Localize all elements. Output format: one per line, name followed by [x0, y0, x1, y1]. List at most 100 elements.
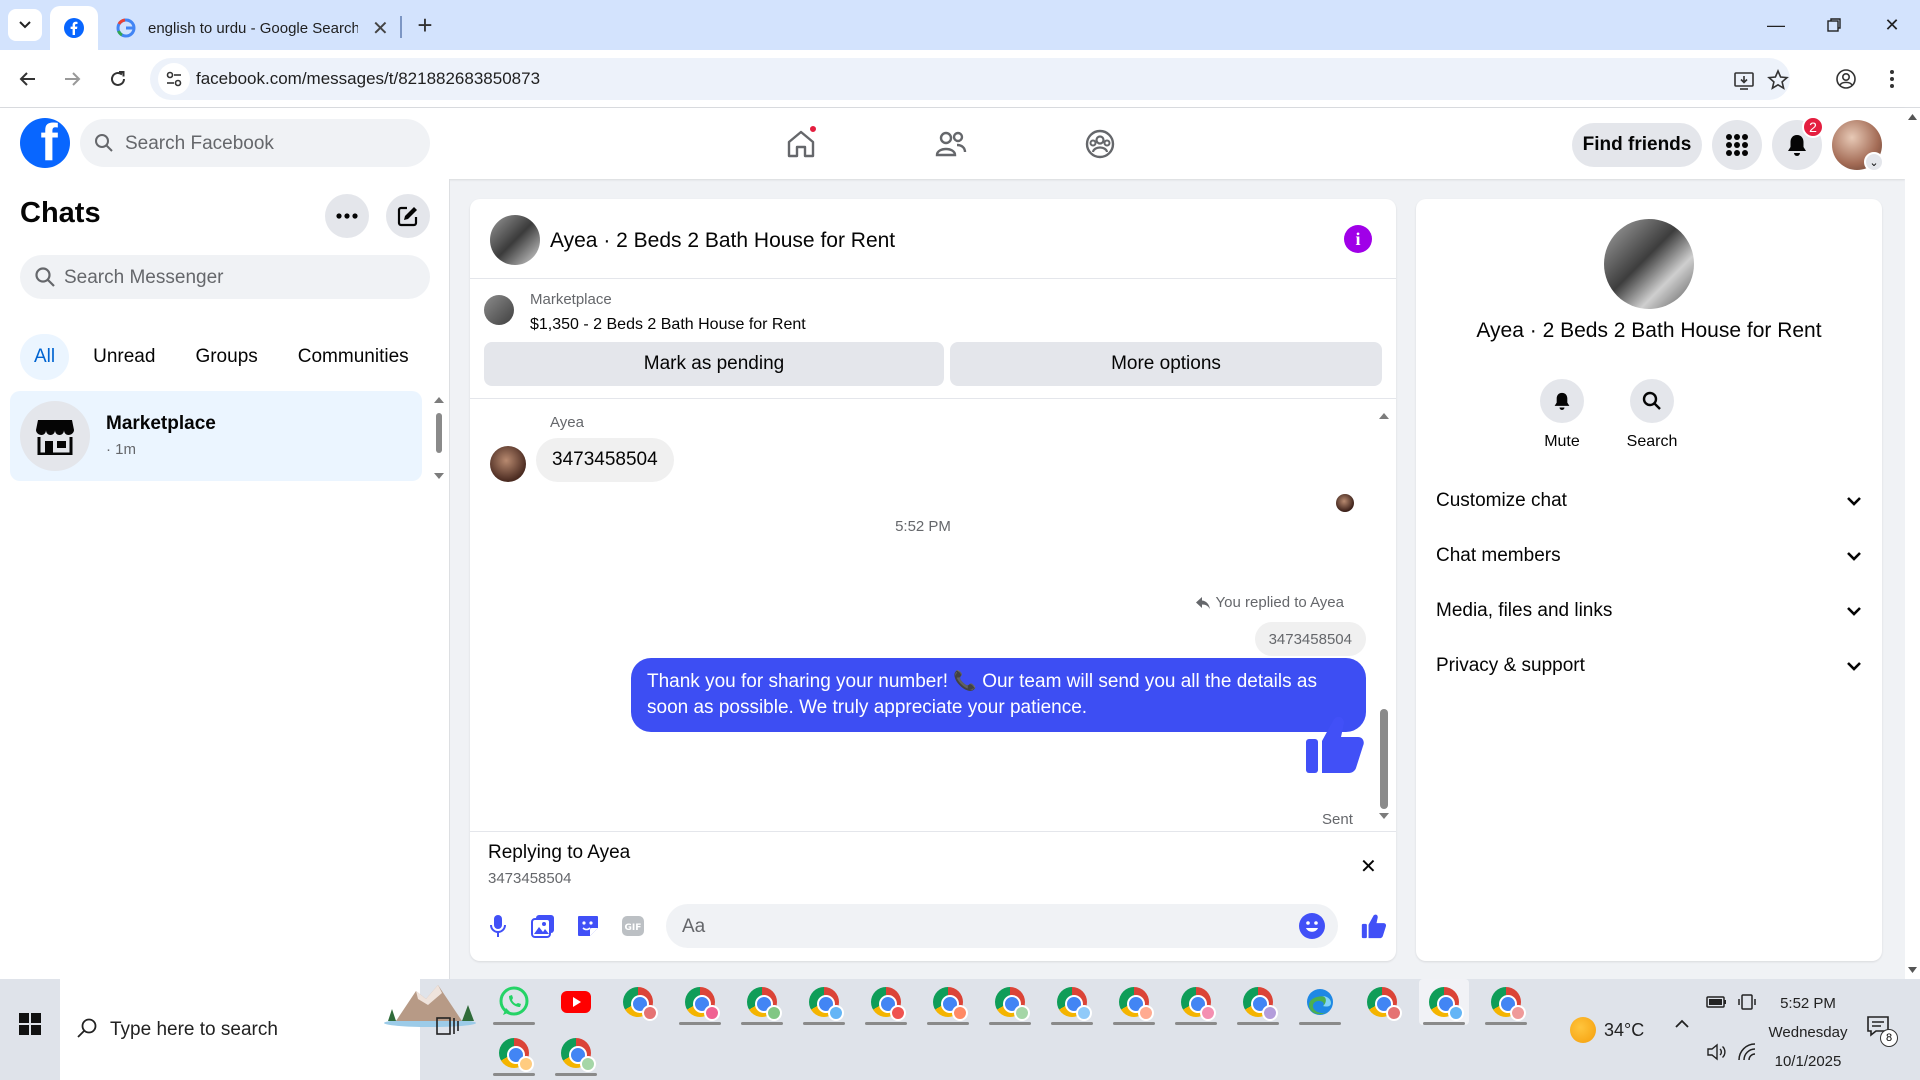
info-icon[interactable]: i [1344, 225, 1372, 253]
action-center-button[interactable]: 8 [1866, 1015, 1898, 1047]
taskbar-chrome-3[interactable] [737, 979, 787, 1025]
restore-icon[interactable] [1814, 10, 1854, 40]
taskbar-chrome-8[interactable] [1047, 979, 1097, 1025]
chat-list-item[interactable]: Marketplace · 1m [10, 391, 422, 481]
messenger-search-input[interactable]: Search Messenger [20, 255, 430, 299]
attach-media-button[interactable] [525, 908, 561, 944]
show-hidden-icons-button[interactable] [1674, 1019, 1690, 1029]
profile-button[interactable] [1828, 61, 1864, 97]
section-media-files-links[interactable]: Media, files and links [1436, 591, 1862, 631]
mark-as-pending-button[interactable]: Mark as pending [484, 342, 944, 386]
taskbar-chrome-13[interactable] [1481, 979, 1531, 1025]
sticker-button[interactable] [570, 908, 606, 944]
new-message-button[interactable] [386, 194, 430, 238]
more-options-button[interactable]: More options [950, 342, 1382, 386]
tab-google-search[interactable]: english to urdu - Google Search ✕ [104, 6, 404, 50]
facebook-logo[interactable]: f [20, 118, 70, 168]
battery-icon[interactable] [1706, 995, 1728, 1009]
account-chevron-icon[interactable]: ⌄ [1864, 152, 1884, 172]
install-app-icon[interactable] [1730, 66, 1758, 94]
taskbar-chrome-active[interactable] [1419, 979, 1469, 1025]
listing-thumbnail[interactable] [484, 295, 514, 325]
task-view-button[interactable] [436, 1015, 460, 1042]
tab-facebook[interactable] [50, 6, 98, 50]
taskbar-chrome-15[interactable] [551, 1030, 601, 1076]
listing-title[interactable]: $1,350 - 2 Beds 2 Bath House for Rent [530, 316, 806, 334]
network-icon[interactable] [1738, 1043, 1758, 1061]
volume-icon[interactable] [1706, 1043, 1728, 1061]
sent-message[interactable]: Thank you for sharing your number! 📞 Our… [631, 658, 1366, 732]
taskbar-chrome-4[interactable] [799, 979, 849, 1025]
taskbar-chrome-9[interactable] [1109, 979, 1159, 1025]
taskbar-chrome-5[interactable] [861, 979, 911, 1025]
menu-button[interactable] [1712, 120, 1762, 170]
quoted-message[interactable]: 3473458504 [1254, 622, 1366, 656]
tab-search-dropdown[interactable] [8, 9, 42, 41]
taskbar-chrome-11[interactable] [1233, 979, 1283, 1025]
thumbs-up-icon[interactable] [1304, 713, 1366, 775]
image-icon [531, 915, 554, 938]
windows-icon [19, 1013, 41, 1035]
section-chat-members[interactable]: Chat members [1436, 536, 1862, 576]
back-button[interactable] [10, 61, 46, 97]
taskbar-youtube[interactable] [551, 979, 601, 1025]
nav-home[interactable] [779, 122, 823, 166]
weather-widget[interactable]: 34°C [1570, 1017, 1644, 1043]
filter-communities[interactable]: Communities [282, 334, 425, 380]
profile-badge [1138, 1005, 1154, 1021]
filter-unread[interactable]: Unread [77, 334, 171, 380]
chats-scrollbar[interactable] [432, 393, 446, 483]
close-window-icon[interactable]: ✕ [1872, 10, 1912, 40]
details-avatar[interactable] [1604, 219, 1694, 309]
storefront-icon [36, 420, 74, 455]
conversation-title[interactable]: Ayea · 2 Beds 2 Bath House for Rent [550, 229, 895, 253]
bookmark-star-icon[interactable] [1764, 66, 1792, 94]
emoji-icon[interactable] [1298, 912, 1326, 940]
search-in-conversation-button[interactable]: Search [1612, 379, 1692, 451]
facebook-search-input[interactable]: Search Facebook [80, 119, 430, 167]
taskbar-chrome-6[interactable] [923, 979, 973, 1025]
received-message[interactable]: 3473458504 [536, 438, 674, 482]
forward-button[interactable] [54, 61, 90, 97]
cancel-reply-icon[interactable]: ✕ [1360, 854, 1377, 879]
send-like-button[interactable] [1356, 908, 1392, 944]
nav-groups[interactable] [1078, 122, 1122, 166]
mute-button[interactable]: Mute [1522, 379, 1602, 451]
gif-button[interactable]: GIF [615, 908, 651, 944]
nav-friends[interactable] [929, 122, 973, 166]
notifications-button[interactable]: 2 [1772, 116, 1824, 170]
taskbar-chrome-2[interactable] [675, 979, 725, 1025]
filter-all[interactable]: All [20, 334, 70, 380]
start-button[interactable] [10, 1004, 50, 1044]
page-scrollbar[interactable] [1905, 108, 1920, 979]
site-info-button[interactable] [158, 63, 190, 95]
taskbar-search-box[interactable]: Type here to search [60, 979, 476, 1080]
message-input[interactable]: Aa [666, 904, 1338, 948]
voice-clip-button[interactable] [480, 908, 516, 944]
taskbar-chrome-14[interactable] [489, 1030, 539, 1076]
find-friends-button[interactable]: Find friends [1572, 123, 1702, 167]
conversation-avatar[interactable] [490, 215, 540, 265]
address-bar[interactable]: facebook.com/messages/t/821882683850873 [150, 58, 1790, 100]
taskbar-edge[interactable] [1295, 979, 1345, 1025]
minimize-icon[interactable]: — [1756, 10, 1796, 40]
device-icon[interactable] [1738, 993, 1756, 1011]
taskbar-chrome-7[interactable] [985, 979, 1035, 1025]
chats-options-button[interactable] [325, 194, 369, 238]
conversation-scrollbar[interactable] [1376, 409, 1392, 821]
taskbar-chrome-10[interactable] [1171, 979, 1221, 1025]
tab-close-icon[interactable]: ✕ [372, 16, 389, 41]
section-privacy-support[interactable]: Privacy & support [1436, 646, 1862, 686]
sender-avatar[interactable] [490, 446, 526, 482]
youtube-icon [561, 991, 591, 1013]
taskbar-chrome-12[interactable] [1357, 979, 1407, 1025]
browser-menu-button[interactable] [1874, 61, 1910, 97]
filter-groups[interactable]: Groups [179, 334, 273, 380]
taskbar-clock[interactable]: 5:52 PM Wednesday 10/1/2025 [1764, 989, 1852, 1076]
section-customize-chat[interactable]: Customize chat [1436, 481, 1862, 521]
taskbar-chrome-1[interactable] [613, 979, 663, 1025]
chats-sidebar: Chats Search Messenger All Unread Groups… [0, 179, 450, 979]
reload-button[interactable] [100, 61, 136, 97]
taskbar-whatsapp[interactable] [489, 979, 539, 1025]
new-tab-button[interactable]: + [410, 10, 440, 40]
